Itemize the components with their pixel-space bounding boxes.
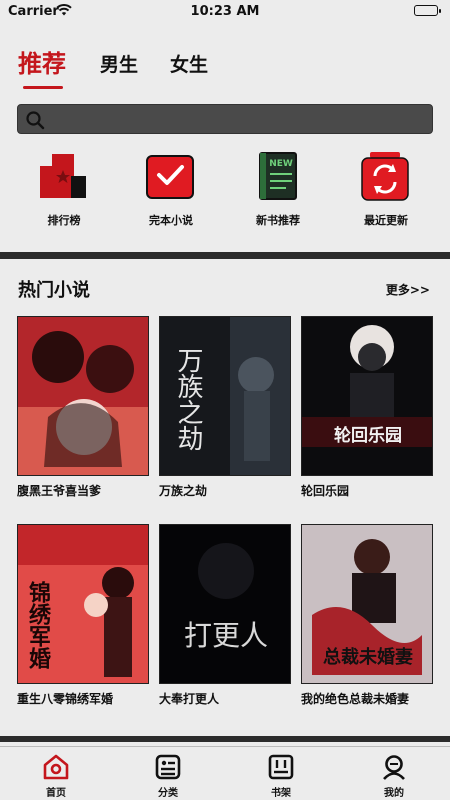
svg-text:NEW: NEW [269, 159, 293, 169]
section-title: 热门小说 [18, 280, 90, 301]
tab-male[interactable]: 男生 [100, 50, 138, 77]
quick-nav-new-books[interactable]: NEW 新书推荐 [228, 148, 328, 236]
book-title: 大奉打更人 [159, 692, 220, 706]
search-input[interactable] [54, 108, 424, 130]
ranking-icon [38, 150, 90, 202]
quick-nav-recent-updates[interactable]: 最近更新 [336, 148, 436, 236]
quick-nav-label: 排行榜 [47, 214, 81, 227]
status-bar: Carrier 10:23 AM [0, 0, 450, 24]
profile-icon [380, 753, 408, 781]
category-icon [154, 753, 182, 781]
quick-nav-label: 新书推荐 [256, 214, 300, 227]
nav-label: 我的 [384, 788, 404, 799]
search-bar[interactable] [17, 104, 433, 134]
bookshelf-icon [267, 753, 295, 781]
finished-check-icon [145, 150, 197, 202]
cover-title-text: 打更人 [184, 619, 268, 652]
cover-title-text: 轮回乐园 [334, 425, 402, 446]
cover-title-text: 万族之劫 [173, 347, 203, 451]
book-cover: 万族之劫 [159, 316, 291, 476]
nav-home[interactable]: 首页 [16, 751, 96, 799]
book-title: 我的绝色总裁未婚妻 [301, 692, 410, 706]
hot-novels-header: 热门小说 更多>> [18, 274, 432, 302]
new-book-icon: NEW [252, 150, 304, 202]
nav-profile[interactable]: 我的 [354, 751, 434, 799]
book-card[interactable]: 打更人 大奉打更人 [159, 524, 291, 714]
section-divider [0, 252, 450, 259]
book-cover: 锦绣军婚 [17, 524, 149, 684]
book-card[interactable]: 轮回乐园 轮回乐园 [301, 316, 433, 506]
nav-category[interactable]: 分类 [128, 751, 208, 799]
cover-title-text: 总裁未婚妻 [323, 646, 413, 668]
quick-nav-label: 完本小说 [149, 214, 193, 227]
quick-nav-ranking[interactable]: 排行榜 [14, 148, 114, 236]
tab-female[interactable]: 女生 [170, 50, 208, 77]
book-cover: 打更人 [159, 524, 291, 684]
nav-bookshelf[interactable]: 书架 [241, 751, 321, 799]
search-icon [25, 110, 45, 134]
cover-title-text: 锦绣军婚 [25, 580, 51, 670]
section-divider [0, 736, 450, 742]
book-title: 腹黑王爷喜当爹 [17, 484, 102, 498]
category-tabs: 推荐 男生 女生 [18, 40, 318, 96]
more-link[interactable]: 更多>> [386, 281, 430, 298]
book-cover: 轮回乐园 [301, 316, 433, 476]
book-card[interactable]: 万族之劫 万族之劫 [159, 316, 291, 506]
book-card[interactable]: 锦绣军婚 重生八零锦绣军婚 [17, 524, 149, 714]
nav-label: 首页 [46, 788, 66, 799]
nav-label: 书架 [271, 788, 291, 799]
book-title: 轮回乐园 [301, 484, 350, 498]
bottom-nav: 首页 分类 书架 我的 [0, 746, 450, 800]
clock-time: 10:23 AM [190, 4, 260, 19]
home-icon [42, 753, 70, 781]
book-title: 重生八零锦绣军婚 [17, 692, 114, 706]
book-card[interactable]: 总裁未婚妻 我的绝色总裁未婚妻 [301, 524, 433, 714]
refresh-icon [360, 150, 412, 202]
nav-label: 分类 [158, 788, 178, 799]
quick-nav-label: 最近更新 [364, 214, 408, 227]
book-card[interactable]: 腹黑王爷喜当爹 [17, 316, 149, 506]
book-cover [17, 316, 149, 476]
quick-nav: 排行榜 完本小说 NEW 新书推荐 最近更新 [0, 148, 450, 238]
book-cover: 总裁未婚妻 [301, 524, 433, 684]
quick-nav-finished[interactable]: 完本小说 [121, 148, 221, 236]
book-title: 万族之劫 [159, 484, 208, 498]
active-tab-indicator [23, 86, 63, 89]
tab-recommend[interactable]: 推荐 [18, 44, 66, 79]
battery-icon [414, 5, 441, 16]
